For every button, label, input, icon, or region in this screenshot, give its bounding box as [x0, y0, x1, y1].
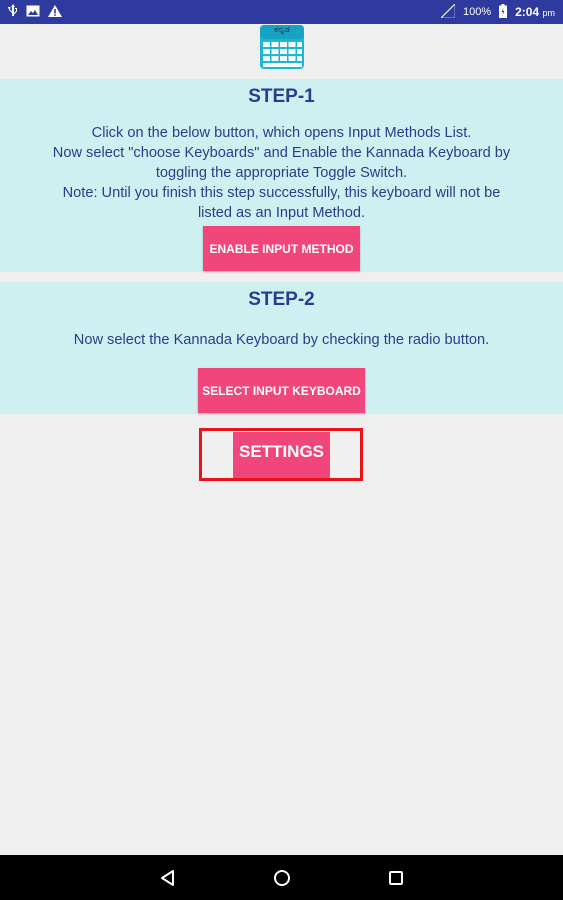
status-bar-left	[8, 3, 62, 21]
navigation-bar	[0, 855, 563, 900]
battery-icon	[499, 3, 508, 21]
status-bar-right: 100% 2:04 pm	[439, 2, 555, 21]
step-2-instructions: Now select the Kannada Keyboard by check…	[73, 332, 490, 348]
recents-icon	[388, 870, 403, 885]
clock-time: 2:04	[515, 5, 540, 19]
kannada-keyboard-app-icon: ಕನ್ನಡ	[259, 24, 305, 70]
image-notification-icon	[26, 5, 40, 20]
step-1-instructions: Click on the below button, which opens I…	[52, 125, 511, 221]
settings-highlight-frame: SETTINGS	[199, 428, 363, 481]
status-bar: 100% 2:04 pm	[0, 0, 563, 24]
step-2-title: STEP-2	[248, 289, 315, 310]
back-button[interactable]	[156, 866, 180, 890]
enable-input-method-button[interactable]: ENABLE INPUT METHOD	[203, 226, 360, 271]
clock-suffix: pm	[542, 8, 555, 18]
home-icon	[273, 869, 290, 886]
home-button[interactable]	[270, 866, 294, 890]
recents-button[interactable]	[384, 866, 408, 890]
battery-percent: 100%	[462, 6, 492, 18]
usb-icon	[8, 3, 18, 21]
screen: 100% 2:04 pm ಕನ್ನಡ STEP-1 Click on the b…	[0, 0, 563, 900]
select-input-keyboard-button[interactable]: SELECT INPUT KEYBOARD	[198, 368, 365, 413]
step-1-title: STEP-1	[248, 86, 315, 107]
settings-button[interactable]: SETTINGS	[233, 432, 330, 478]
clock: 2:04 pm	[515, 5, 555, 19]
warning-icon	[48, 4, 62, 20]
app-icon-label: ಕನ್ನಡ	[273, 25, 290, 35]
back-icon	[160, 869, 174, 886]
signal-icon	[439, 2, 456, 21]
